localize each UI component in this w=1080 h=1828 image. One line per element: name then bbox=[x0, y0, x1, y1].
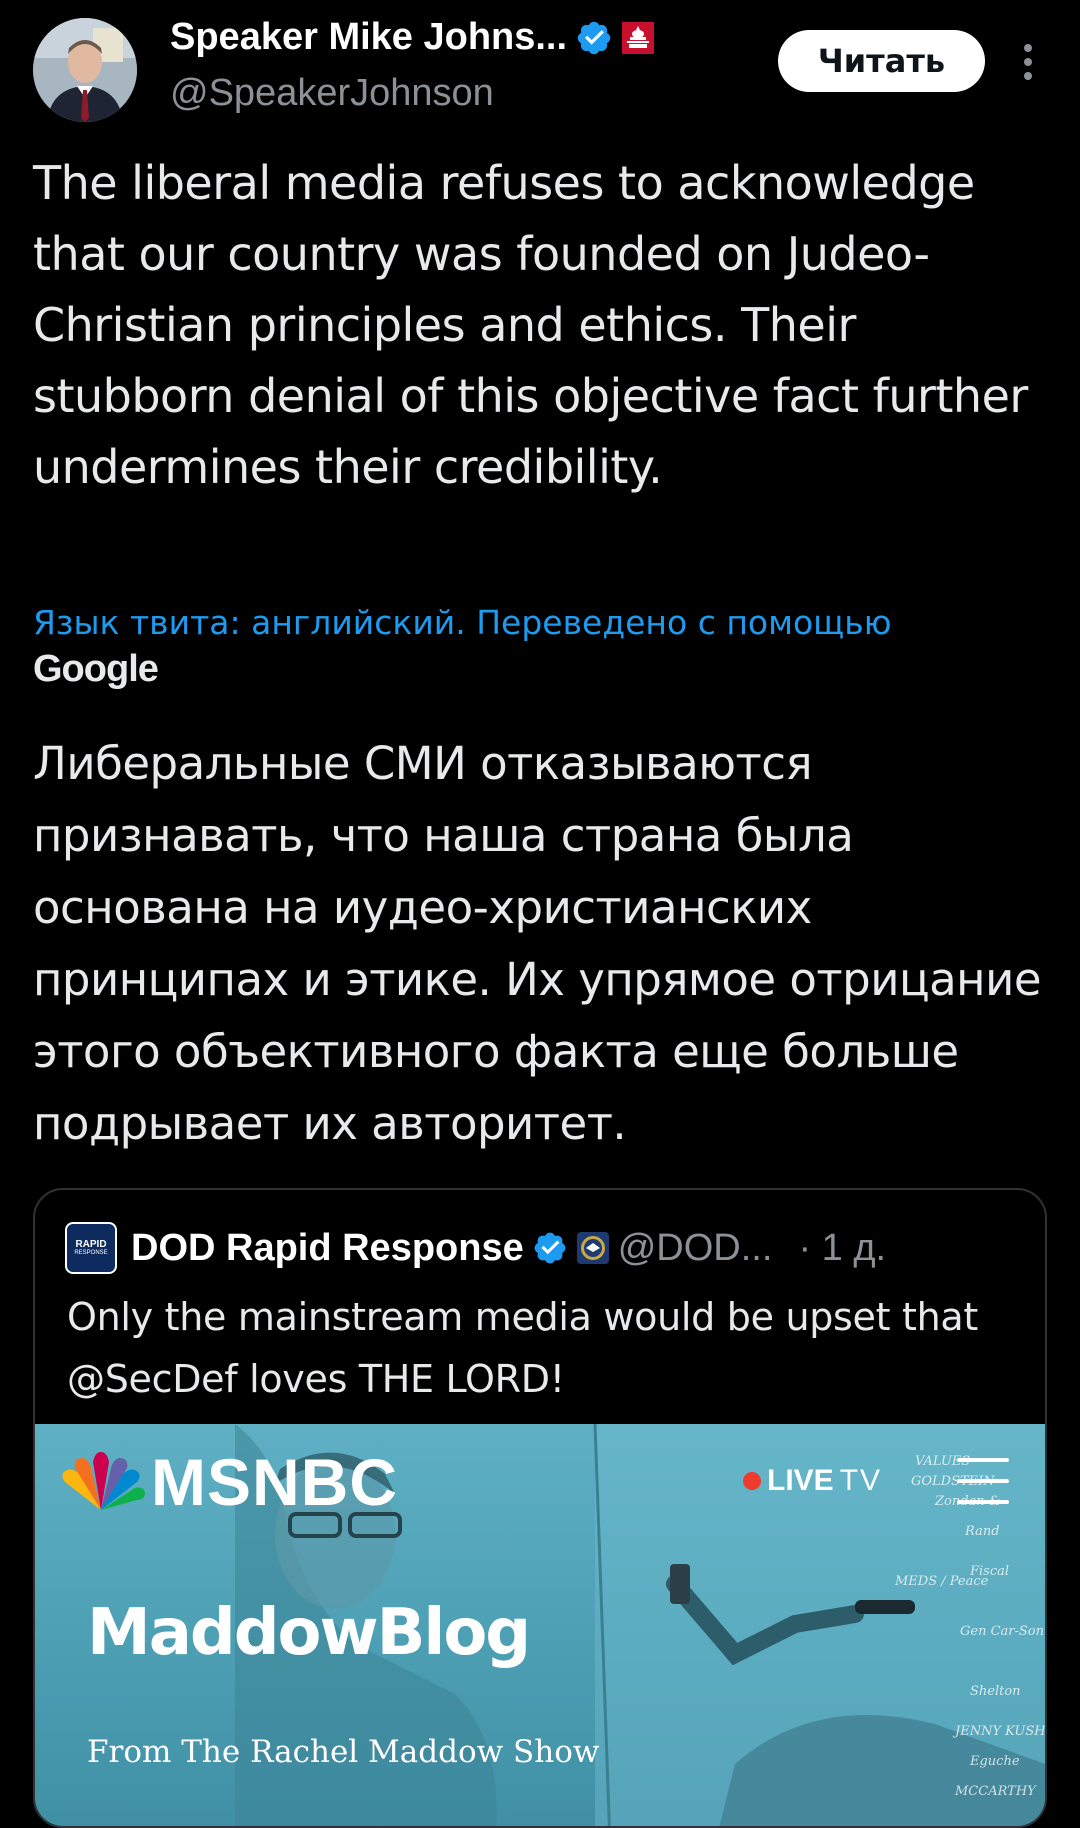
more-vertical-icon[interactable] bbox=[1010, 40, 1046, 84]
blog-subtitle: From The Rachel Maddow Show bbox=[87, 1734, 600, 1770]
quoted-tweet-card[interactable]: RAPID RESPONSE DOD Rapid Response @DOD..… bbox=[33, 1188, 1047, 1828]
peacock-logo-icon bbox=[62, 1452, 145, 1510]
translation-note[interactable]: Язык твита: английский. Переведено с пом… bbox=[33, 600, 1053, 646]
avatar-label-top: RAPID bbox=[75, 1239, 107, 1250]
live-label: LIVE bbox=[767, 1464, 834, 1497]
quoted-tweet-header: RAPID RESPONSE DOD Rapid Response @DOD..… bbox=[65, 1220, 1025, 1276]
live-dot-icon bbox=[743, 1472, 761, 1490]
verified-badge-icon bbox=[577, 21, 611, 54]
quoted-tweet-text: Only the mainstream media would be upset… bbox=[67, 1295, 978, 1401]
capitol-affiliation-icon bbox=[622, 21, 655, 54]
translated-tweet-text: Либеральные СМИ отказываются признавать,… bbox=[33, 737, 1042, 1150]
author-handle[interactable]: @SpeakerJohnson bbox=[170, 72, 494, 115]
quoted-author-name[interactable]: DOD Rapid Response bbox=[131, 1227, 524, 1270]
blog-title: MaddowBlog bbox=[87, 1596, 531, 1670]
msnbc-wordmark: MSNBC bbox=[151, 1445, 398, 1519]
live-tv-link[interactable]: LIVE TV bbox=[743, 1464, 882, 1498]
tweet-header: Speaker Mike Johns... @SpeakerJohnson Чи… bbox=[0, 0, 1080, 140]
avatar-label-bottom: RESPONSE bbox=[74, 1250, 108, 1256]
tv-label: TV bbox=[839, 1464, 883, 1497]
author-name-row: Speaker Mike Johns... bbox=[170, 16, 655, 59]
quoted-media-image[interactable]: VALUES GOLDSTEIN Zondan & Rand MEDS / Pe… bbox=[35, 1424, 1045, 1826]
google-logo: Google bbox=[33, 648, 159, 690]
hamburger-menu-icon[interactable] bbox=[957, 1458, 1009, 1504]
quoted-author-handle[interactable]: @DOD... bbox=[618, 1227, 773, 1270]
msnbc-logo[interactable]: MSNBC bbox=[57, 1444, 398, 1520]
dod-seal-icon bbox=[576, 1232, 609, 1264]
quoted-author-avatar[interactable]: RAPID RESPONSE bbox=[65, 1222, 117, 1274]
tweet-text: The liberal media refuses to acknowledge… bbox=[33, 156, 1028, 494]
avatar-portrait-icon bbox=[33, 18, 137, 122]
follow-button[interactable]: Читать bbox=[778, 30, 985, 92]
quoted-tweet-time[interactable]: · 1 д. bbox=[798, 1227, 886, 1270]
verified-badge-icon bbox=[534, 1232, 566, 1264]
author-display-name[interactable]: Speaker Mike Johns... bbox=[170, 16, 567, 59]
author-avatar[interactable] bbox=[33, 18, 137, 122]
